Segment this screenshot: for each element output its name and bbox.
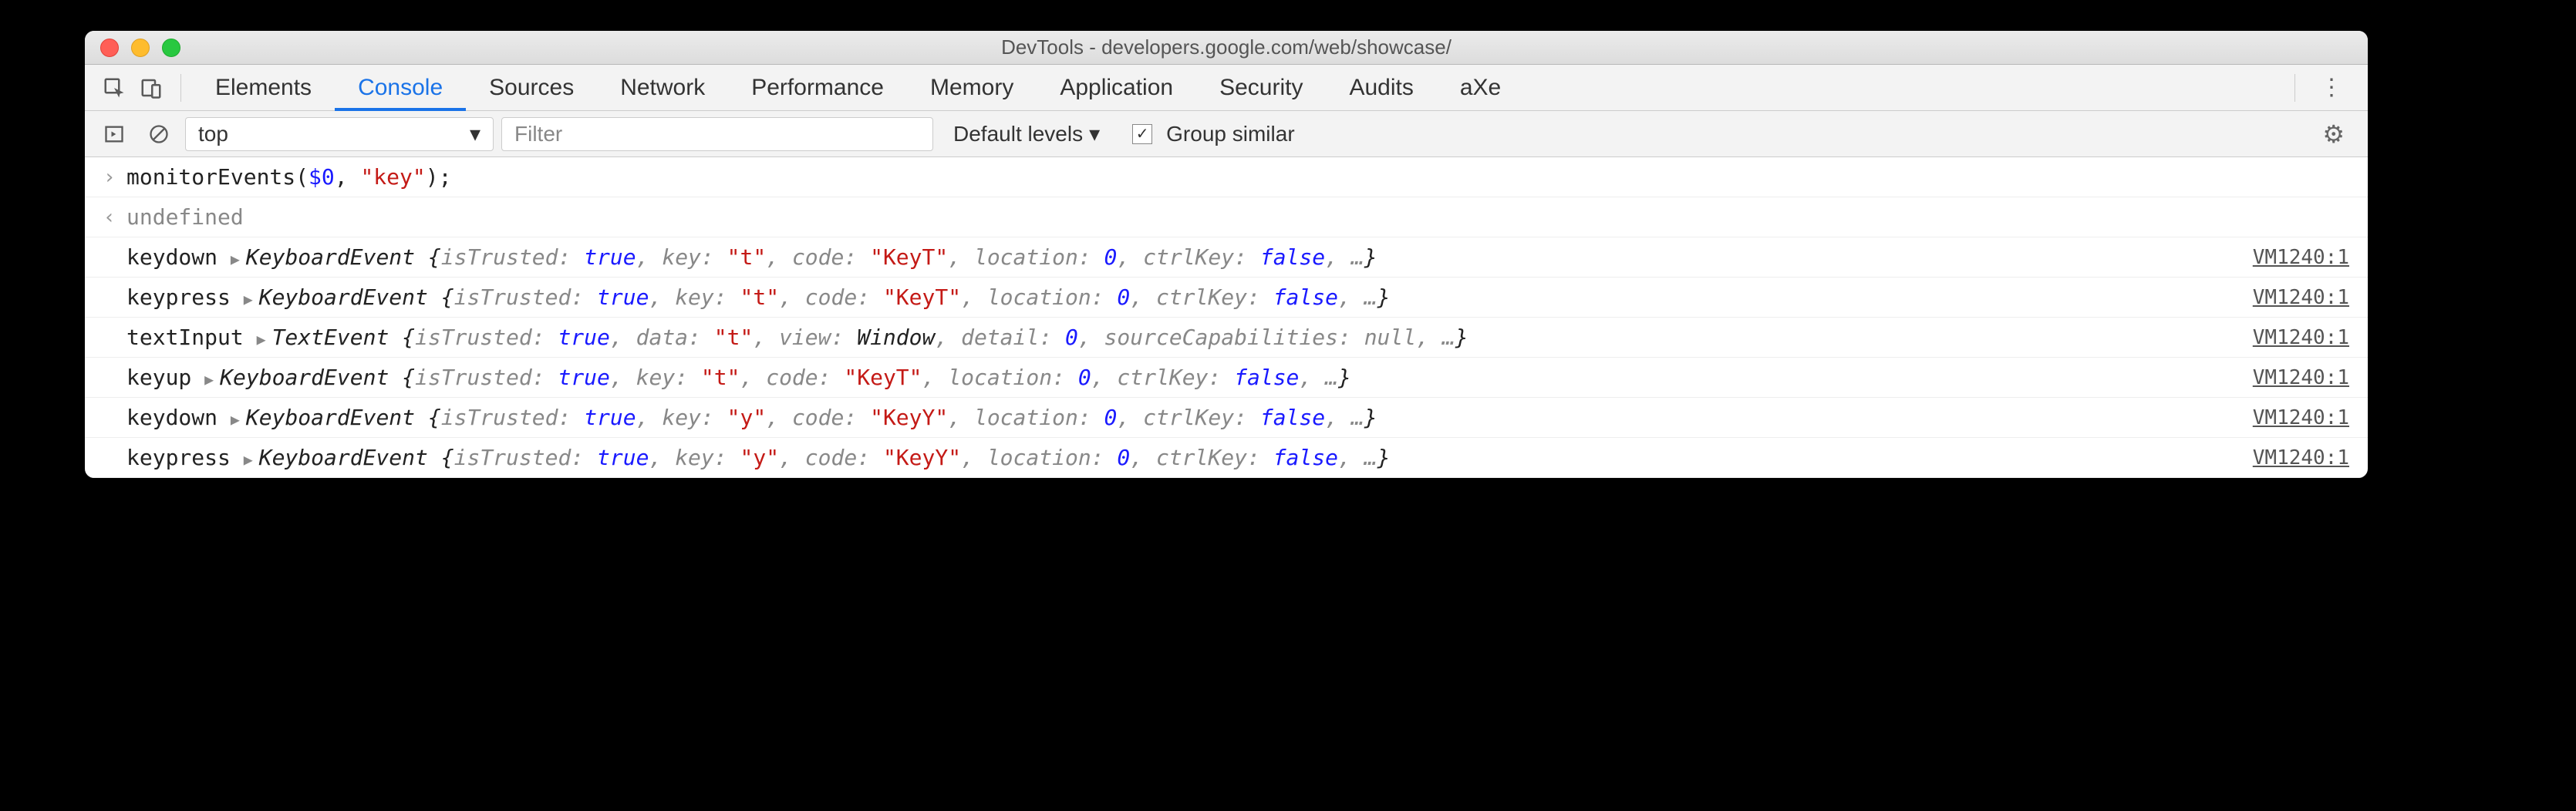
expand-icon[interactable]: ▶ bbox=[231, 250, 246, 268]
context-selector[interactable]: top ▾ bbox=[185, 117, 494, 151]
console-input-row[interactable]: › monitorEvents($0, "key"); bbox=[85, 157, 2368, 197]
console-body: › monitorEvents($0, "key"); ‹ undefined … bbox=[85, 157, 2368, 478]
filter-input[interactable] bbox=[501, 117, 933, 151]
console-log-row: keydown ▶KeyboardEvent {isTrusted: true,… bbox=[85, 237, 2368, 278]
clear-console-icon[interactable] bbox=[140, 116, 177, 153]
devtools-window: DevTools - developers.google.com/web/sho… bbox=[85, 31, 2368, 478]
more-options-icon[interactable]: ⋮ bbox=[2306, 74, 2357, 101]
console-log-row: keyup ▶KeyboardEvent {isTrusted: true, k… bbox=[85, 358, 2368, 398]
log-body[interactable]: keyup ▶KeyboardEvent {isTrusted: true, k… bbox=[126, 365, 2237, 390]
separator bbox=[2294, 74, 2295, 102]
tab-application[interactable]: Application bbox=[1037, 65, 1196, 110]
console-log-row: keydown ▶KeyboardEvent {isTrusted: true,… bbox=[85, 398, 2368, 438]
tab-console[interactable]: Console bbox=[335, 65, 466, 110]
execution-context-icon[interactable] bbox=[96, 116, 133, 153]
expand-icon[interactable]: ▶ bbox=[231, 410, 246, 429]
tab-axe[interactable]: aXe bbox=[1437, 65, 1524, 110]
console-settings-icon[interactable]: ⚙ bbox=[2310, 119, 2357, 149]
log-source-link[interactable]: VM1240:1 bbox=[2253, 246, 2349, 269]
log-body[interactable]: keydown ▶KeyboardEvent {isTrusted: true,… bbox=[126, 405, 2237, 430]
tab-sources[interactable]: Sources bbox=[466, 65, 597, 110]
console-toolbar: top ▾ Default levels ▾ ✓ Group similar ⚙ bbox=[85, 111, 2368, 157]
expand-icon[interactable]: ▶ bbox=[244, 450, 259, 469]
log-levels-label: Default levels bbox=[953, 122, 1083, 146]
group-similar-label: Group similar bbox=[1166, 122, 1294, 146]
log-body[interactable]: keypress ▶KeyboardEvent {isTrusted: true… bbox=[126, 445, 2237, 470]
inspect-element-icon[interactable] bbox=[96, 69, 133, 106]
log-levels-selector[interactable]: Default levels ▾ bbox=[941, 121, 1112, 146]
checkbox-icon: ✓ bbox=[1132, 124, 1152, 144]
titlebar: DevTools - developers.google.com/web/sho… bbox=[85, 31, 2368, 65]
context-selector-value: top bbox=[198, 122, 228, 146]
log-source-link[interactable]: VM1240:1 bbox=[2253, 406, 2349, 429]
return-icon: ‹ bbox=[103, 206, 126, 229]
expand-icon[interactable]: ▶ bbox=[244, 290, 259, 308]
tab-elements[interactable]: Elements bbox=[192, 65, 335, 110]
log-body[interactable]: keydown ▶KeyboardEvent {isTrusted: true,… bbox=[126, 244, 2237, 270]
tab-memory[interactable]: Memory bbox=[907, 65, 1037, 110]
log-source-link[interactable]: VM1240:1 bbox=[2253, 366, 2349, 389]
console-log-row: keypress ▶KeyboardEvent {isTrusted: true… bbox=[85, 438, 2368, 478]
log-body[interactable]: textInput ▶TextEvent {isTrusted: true, d… bbox=[126, 325, 2237, 350]
window-title: DevTools - developers.google.com/web/sho… bbox=[85, 35, 2368, 59]
log-source-link[interactable]: VM1240:1 bbox=[2253, 286, 2349, 309]
close-window-button[interactable] bbox=[100, 39, 119, 57]
panel-tabs: ElementsConsoleSourcesNetworkPerformance… bbox=[192, 65, 1524, 110]
log-body[interactable]: keypress ▶KeyboardEvent {isTrusted: true… bbox=[126, 284, 2237, 310]
tab-audits[interactable]: Audits bbox=[1326, 65, 1436, 110]
group-similar-toggle[interactable]: ✓ Group similar bbox=[1120, 122, 1307, 146]
return-value: undefined bbox=[126, 204, 244, 230]
console-input-text: monitorEvents($0, "key"); bbox=[126, 164, 2349, 190]
tab-performance[interactable]: Performance bbox=[728, 65, 907, 110]
console-return-row: ‹ undefined bbox=[85, 197, 2368, 237]
minimize-window-button[interactable] bbox=[131, 39, 150, 57]
prompt-icon: › bbox=[103, 166, 126, 189]
chevron-down-icon: ▾ bbox=[470, 121, 480, 146]
device-toolbar-icon[interactable] bbox=[133, 69, 170, 106]
panel-tabbar: ElementsConsoleSourcesNetworkPerformance… bbox=[85, 65, 2368, 111]
expand-icon[interactable]: ▶ bbox=[257, 330, 272, 348]
log-source-link[interactable]: VM1240:1 bbox=[2253, 446, 2349, 469]
tab-network[interactable]: Network bbox=[597, 65, 728, 110]
separator bbox=[180, 74, 181, 102]
expand-icon[interactable]: ▶ bbox=[204, 370, 220, 389]
log-source-link[interactable]: VM1240:1 bbox=[2253, 326, 2349, 349]
zoom-window-button[interactable] bbox=[162, 39, 180, 57]
console-log-row: textInput ▶TextEvent {isTrusted: true, d… bbox=[85, 318, 2368, 358]
console-log-row: keypress ▶KeyboardEvent {isTrusted: true… bbox=[85, 278, 2368, 318]
chevron-down-icon: ▾ bbox=[1089, 121, 1100, 146]
traffic-lights bbox=[85, 39, 180, 57]
tab-security[interactable]: Security bbox=[1196, 65, 1326, 110]
